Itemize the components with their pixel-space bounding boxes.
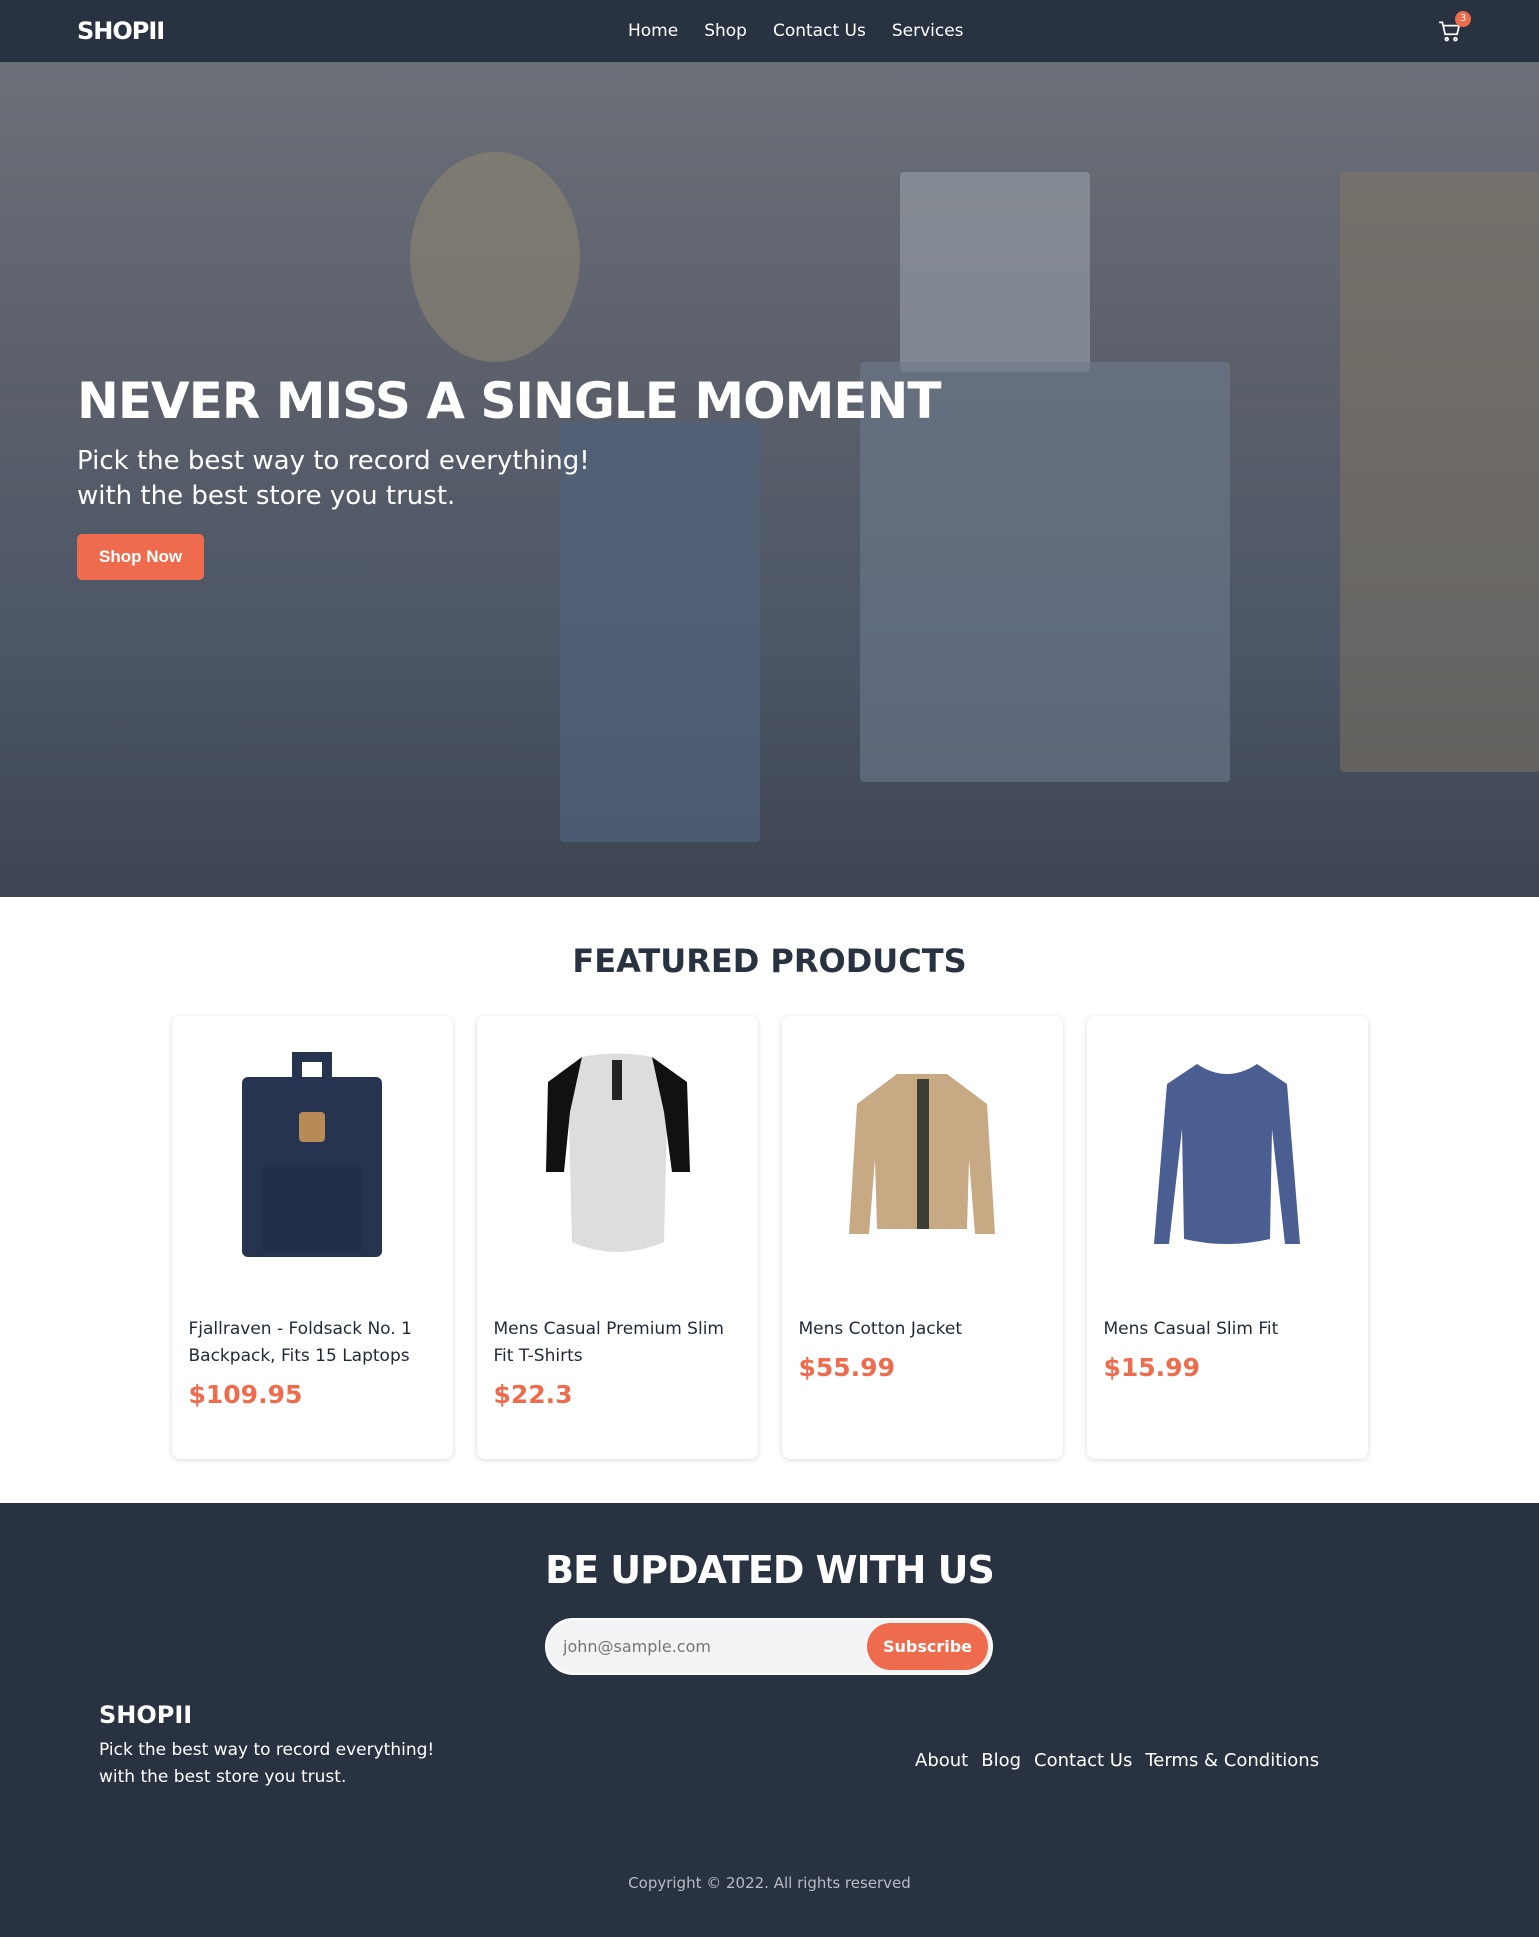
footer-link-terms[interactable]: Terms & Conditions [1145,1750,1319,1771]
shop-now-button[interactable]: Shop Now [77,534,205,580]
product-price: $22.3 [493,1380,573,1409]
hero-line-1: Pick the best way to record everything! [77,446,590,476]
subscribe-button[interactable]: Subscribe [867,1623,988,1670]
navbar: SHOPII Home Shop Contact Us Services 3 [0,0,1539,62]
nav-services[interactable]: Services [892,21,964,41]
footer-link-about[interactable]: About [915,1750,968,1771]
copyright: Copyright © 2022. All rights reserved [628,1874,911,1892]
footer-logo: SHOPII [99,1701,193,1729]
hero-title: NEVER MISS A SINGLE MOMENT [77,372,941,430]
footer: BE UPDATED WITH US Subscribe SHOPII Pick… [0,1503,1539,1937]
footer-link-contact[interactable]: Contact Us [1034,1750,1132,1771]
hero-subtitle: Pick the best way to record everything! w… [77,444,637,514]
nav-home[interactable]: Home [628,21,678,41]
cart-badge: 3 [1455,11,1471,27]
hero-image-shelf [1340,172,1539,772]
product-card[interactable]: Mens Casual Slim Fit $15.99 [1087,1016,1368,1459]
product-price: $55.99 [798,1353,895,1382]
hero-image-basket [410,152,580,362]
featured-section: FEATURED PRODUCTS Fjallraven - Foldsack … [0,897,1539,1459]
product-card[interactable]: Fjallraven - Foldsack No. 1 Backpack, Fi… [172,1016,453,1459]
hero-banner: NEVER MISS A SINGLE MOMENT Pick the best… [0,62,1539,897]
nav-contact[interactable]: Contact Us [773,21,866,41]
footer-links: About Blog Contact Us Terms & Conditions [915,1750,1319,1771]
product-price: $109.95 [188,1380,303,1409]
footer-tagline: Pick the best way to record everything! w… [99,1737,459,1791]
product-image-tshirt[interactable] [494,1034,741,1274]
hero-text: NEVER MISS A SINGLE MOMENT Pick the best… [77,372,941,580]
subscribe-form: Subscribe [545,1618,993,1675]
product-card[interactable]: Mens Cotton Jacket $55.99 [782,1016,1063,1459]
nav-links: Home Shop Contact Us Services [628,0,964,62]
email-input[interactable] [547,1620,847,1673]
product-card[interactable]: Mens Casual Premium Slim Fit T-Shirts $2… [477,1016,758,1459]
footer-brand: SHOPII Pick the best way to record every… [99,1701,459,1791]
footer-line-1: Pick the best way to record everything! [99,1740,435,1760]
product-title[interactable]: Mens Cotton Jacket [799,1316,1046,1343]
footer-line-2: with the best store you trust. [99,1767,347,1787]
product-price: $15.99 [1103,1353,1200,1382]
product-title[interactable]: Mens Casual Slim Fit [1104,1316,1351,1343]
hero-line-2: with the best store you trust. [77,481,456,511]
product-grid: Fjallraven - Foldsack No. 1 Backpack, Fi… [0,1016,1539,1459]
product-image-backpack[interactable] [189,1034,436,1274]
product-image-jacket[interactable] [799,1034,1046,1274]
logo[interactable]: SHOPII [77,17,165,45]
product-image-longsleeve[interactable] [1104,1034,1351,1274]
featured-title: FEATURED PRODUCTS [572,942,967,980]
newsletter-title: BE UPDATED WITH US [545,1548,995,1592]
product-title[interactable]: Mens Casual Premium Slim Fit T-Shirts [494,1316,741,1370]
hero-image-towel [900,172,1090,372]
product-title[interactable]: Fjallraven - Foldsack No. 1 Backpack, Fi… [189,1316,436,1370]
nav-shop[interactable]: Shop [704,21,747,41]
footer-link-blog[interactable]: Blog [981,1750,1021,1771]
